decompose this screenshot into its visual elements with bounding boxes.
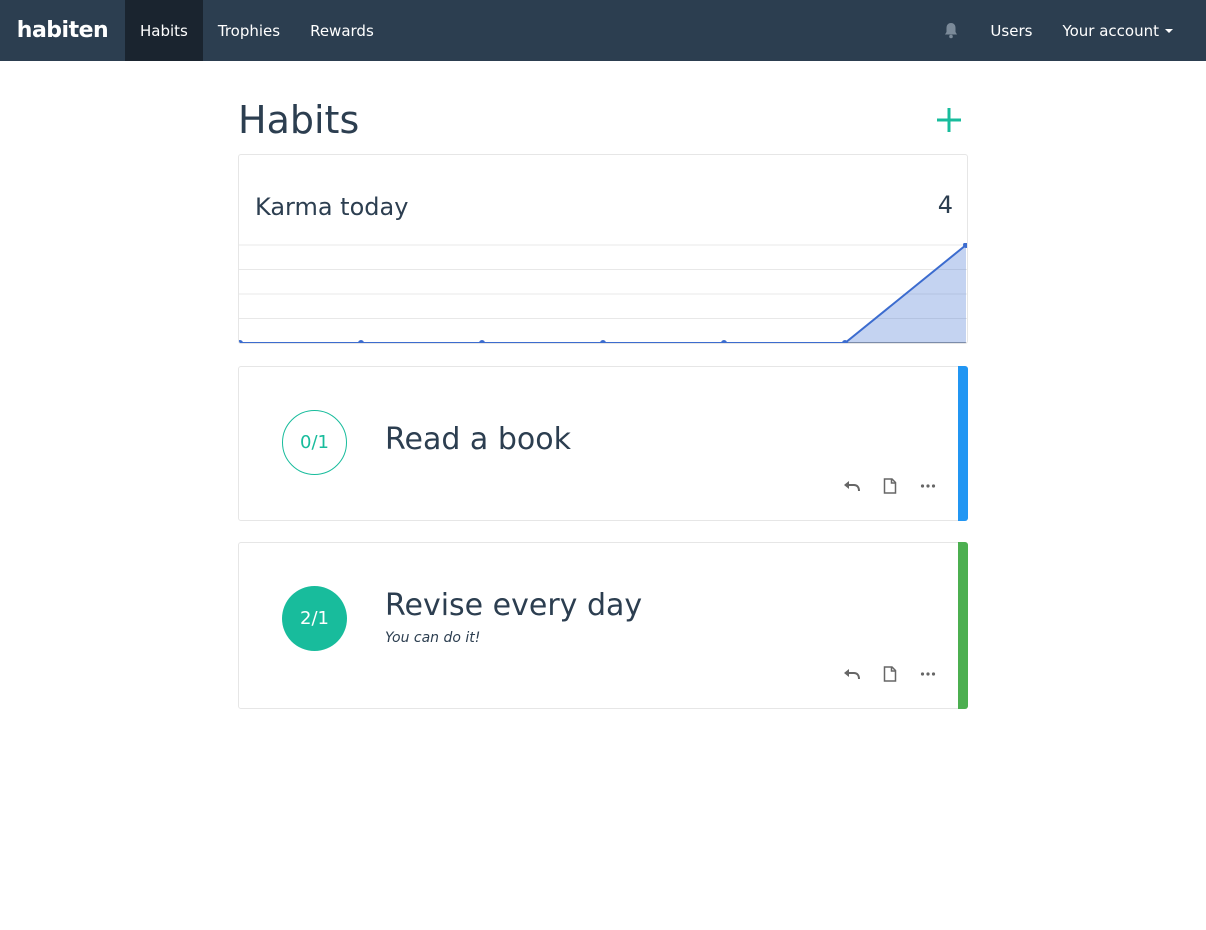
nav-item-users[interactable]: Users bbox=[975, 0, 1047, 61]
page-title: Habits bbox=[238, 98, 360, 142]
karma-chart bbox=[239, 243, 967, 343]
account-label: Your account bbox=[1062, 21, 1159, 40]
habit-actions bbox=[843, 665, 937, 683]
note-icon[interactable] bbox=[881, 665, 899, 683]
more-icon[interactable] bbox=[919, 477, 937, 495]
caret-down-icon bbox=[1165, 28, 1173, 33]
nav-item-habits[interactable]: Habits bbox=[125, 0, 203, 61]
page-header: Habits bbox=[238, 61, 968, 154]
habit-actions bbox=[843, 477, 937, 495]
navbar-right: Users Your account bbox=[927, 0, 1206, 61]
karma-value: 4 bbox=[937, 191, 953, 219]
habit-counter-button[interactable]: 2/1 bbox=[282, 586, 347, 651]
chart-point bbox=[600, 340, 606, 343]
nav-item-rewards[interactable]: Rewards bbox=[295, 0, 389, 61]
chart-point bbox=[479, 340, 485, 343]
plus-icon[interactable] bbox=[936, 107, 962, 133]
bell-icon[interactable] bbox=[927, 0, 975, 61]
habit-card[interactable]: 0/1 Read a book bbox=[238, 366, 968, 521]
habit-color-bar bbox=[958, 366, 968, 521]
undo-icon[interactable] bbox=[843, 477, 861, 495]
account-dropdown[interactable]: Your account bbox=[1047, 0, 1188, 61]
note-icon[interactable] bbox=[881, 477, 899, 495]
undo-icon[interactable] bbox=[843, 665, 861, 683]
chart-point bbox=[721, 340, 727, 343]
brand-logo[interactable]: habiten bbox=[0, 0, 125, 61]
navbar: habiten Habits Trophies Rewards Users Yo… bbox=[0, 0, 1206, 61]
habit-counter-button[interactable]: 0/1 bbox=[282, 410, 347, 475]
habit-card[interactable]: 2/1 Revise every day You can do it! bbox=[238, 542, 968, 709]
habit-title[interactable]: Read a book bbox=[385, 422, 571, 457]
more-icon[interactable] bbox=[919, 665, 937, 683]
nav-item-trophies[interactable]: Trophies bbox=[203, 0, 295, 61]
karma-card: Karma today 4 bbox=[238, 154, 968, 344]
habit-title[interactable]: Revise every day bbox=[385, 588, 642, 623]
habit-color-bar bbox=[958, 542, 968, 709]
karma-label: Karma today bbox=[255, 193, 409, 221]
habit-subtitle: You can do it! bbox=[385, 630, 481, 646]
chart-point bbox=[358, 340, 364, 343]
main-content: Habits Karma today 4 0/1 Read a book 2/1… bbox=[238, 61, 968, 709]
chart-point bbox=[239, 340, 243, 343]
